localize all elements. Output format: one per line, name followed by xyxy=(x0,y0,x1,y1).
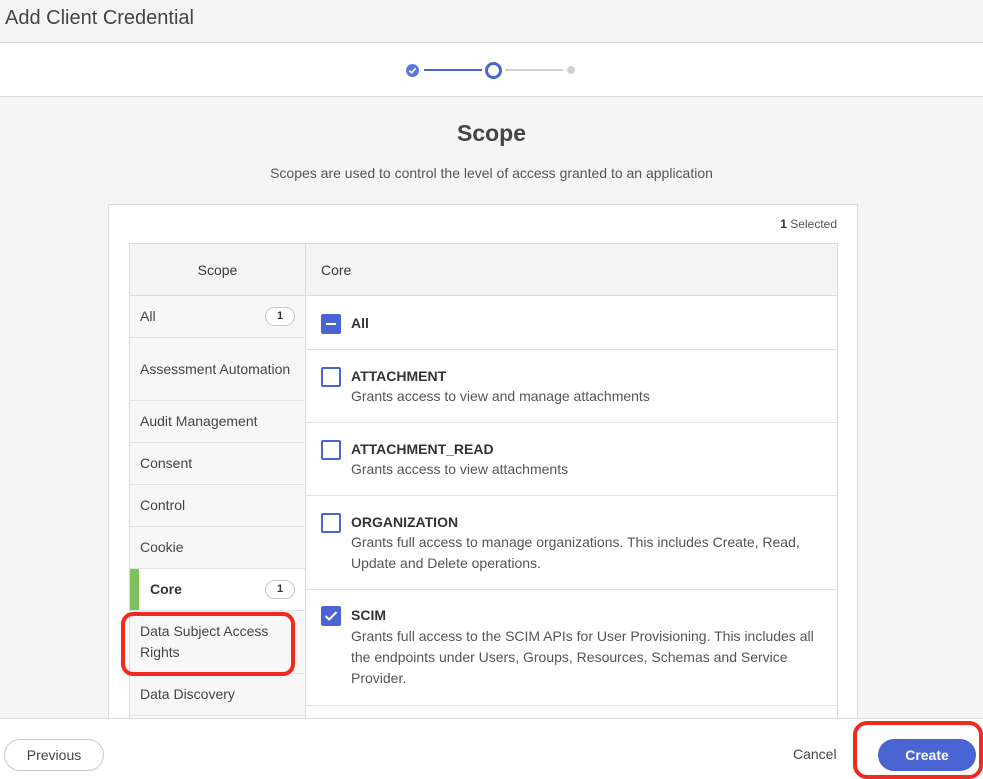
scope-checkbox[interactable] xyxy=(321,367,341,387)
sidebar-item-all[interactable]: All 1 xyxy=(130,296,305,338)
sidebar-item-core[interactable]: Core 1 xyxy=(130,569,305,611)
step-connector-complete xyxy=(424,69,482,71)
scope-card: 1 Selected Scope All 1 Assessment Automa… xyxy=(108,204,858,718)
sidebar-item-label: Control xyxy=(140,497,186,513)
sidebar-item-label: Data Subject Access Rights xyxy=(140,623,269,660)
sidebar-item-label: Audit Management xyxy=(140,413,258,429)
indeterminate-icon xyxy=(326,323,336,325)
sidebar-item-data-subject-access-rights[interactable]: Data Subject Access Rights xyxy=(130,611,305,674)
wizard-footer: Previous Cancel Create xyxy=(0,718,983,779)
sidebar-item-control[interactable]: Control xyxy=(130,485,305,527)
page-header: Add Client Credential xyxy=(0,0,983,43)
scope-name: All xyxy=(351,315,369,331)
selected-count: 1 Selected xyxy=(780,217,837,231)
sidebar-item-assessment-automation[interactable]: Assessment Automation xyxy=(130,338,305,401)
page-header-title: Add Client Credential xyxy=(5,7,194,29)
scope-name: ATTACHMENT_READ xyxy=(351,441,494,457)
scope-name: ORGANIZATION xyxy=(351,514,459,530)
section-title: Scope xyxy=(456,120,527,146)
sidebar-item-consent[interactable]: Consent xyxy=(130,443,305,485)
selected-count-value: 1 xyxy=(780,217,787,231)
scope-checkbox[interactable] xyxy=(321,606,341,626)
scope-category-list: Scope All 1 Assessment Automation Audit … xyxy=(129,243,306,718)
previous-button[interactable]: Previous xyxy=(4,739,104,771)
scope-checkbox[interactable] xyxy=(321,440,341,460)
sidebar-item-data-discovery[interactable]: Data Discovery xyxy=(130,674,305,716)
select-all-checkbox[interactable] xyxy=(321,314,341,334)
sidebar-item-label: Cookie xyxy=(140,539,184,555)
scope-row-organization[interactable]: ORGANIZATION Grants full access to manag… xyxy=(306,496,837,590)
scope-category-header: Scope xyxy=(130,244,305,296)
step-completed-icon xyxy=(406,64,419,77)
scope-description: Grants access to view and manage attachm… xyxy=(351,388,650,404)
check-icon xyxy=(324,611,338,621)
step-connector-pending xyxy=(505,69,563,71)
count-badge: 1 xyxy=(265,307,295,326)
sidebar-item-cookie[interactable]: Cookie xyxy=(130,527,305,569)
sidebar-item-label: All xyxy=(140,308,156,324)
sidebar-item-audit-management[interactable]: Audit Management xyxy=(130,401,305,443)
scope-row-scim[interactable]: SCIM Grants full access to the SCIM APIs… xyxy=(306,590,837,706)
scope-description: Grants full access to the SCIM APIs for … xyxy=(351,628,814,686)
scope-row-attachment-read[interactable]: ATTACHMENT_READ Grants access to view at… xyxy=(306,423,837,496)
create-button[interactable]: Create xyxy=(878,739,976,771)
scope-list-header: Core xyxy=(306,244,837,296)
sidebar-item-label: Data Discovery xyxy=(140,686,235,702)
selected-count-label: Selected xyxy=(790,217,837,231)
section-subtitle: Scopes are used to control the level of … xyxy=(270,165,713,181)
scope-row-all[interactable]: All xyxy=(306,296,837,350)
sidebar-item-label: Consent xyxy=(140,455,193,471)
wizard-stepper xyxy=(0,43,983,97)
scope-name: SCIM xyxy=(351,607,386,623)
cancel-button[interactable]: Cancel xyxy=(793,746,837,762)
scope-description: Grants full access to manage organizatio… xyxy=(351,534,800,571)
scope-checkbox[interactable] xyxy=(321,513,341,533)
scope-description: Grants access to view attachments xyxy=(351,461,569,477)
scope-name: ATTACHMENT xyxy=(351,368,447,384)
scope-list: Core All ATTACHMENT Grants access to vie… xyxy=(305,243,838,718)
sidebar-item-label: Assessment Automation xyxy=(140,360,291,377)
step-pending-icon xyxy=(567,66,575,74)
sidebar-item-label: Core xyxy=(150,581,182,597)
scope-row-attachment[interactable]: ATTACHMENT Grants access to view and man… xyxy=(306,350,837,423)
count-badge: 1 xyxy=(265,580,295,599)
step-current-icon xyxy=(485,62,502,79)
